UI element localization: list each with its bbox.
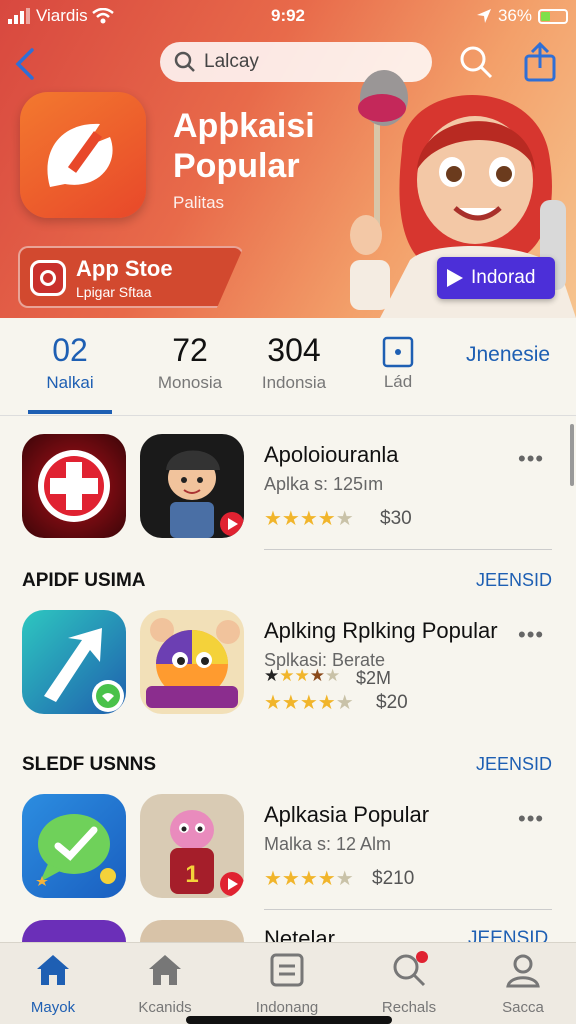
arrow-app-icon[interactable]: [22, 610, 126, 714]
tab-label: Kcanids: [138, 999, 192, 1016]
rating-stars-icon: ★★★★★: [264, 868, 354, 890]
chat-app-icon[interactable]: [22, 794, 126, 898]
mascot-app-icon[interactable]: 1: [140, 794, 244, 898]
section-see-all[interactable]: JEENSID: [476, 754, 552, 775]
search-icon: [174, 51, 195, 72]
hero-banner: Viardis 9:92 36% Lalcay Apþkaisi Popular…: [0, 0, 576, 318]
camera-icon: [30, 260, 66, 296]
tab-label: Mayok: [30, 999, 76, 1016]
hero-title: Apþkaisi Popular: [173, 107, 315, 185]
stat-label: Indonsia: [261, 373, 327, 392]
mascot-character-icon: 1: [170, 810, 244, 896]
app-store-badge[interactable]: App Stoe Lpigar Sftaa: [18, 246, 244, 308]
divider: [264, 909, 552, 910]
stat-tab-3[interactable]: 304 Indonsia: [252, 332, 336, 393]
rating-stars-icon: ★★★★★: [264, 508, 354, 530]
scrollbar[interactable]: [570, 424, 574, 486]
house-icon: [149, 955, 181, 985]
install-button[interactable]: Indorad: [437, 257, 555, 299]
battery-icon: [538, 8, 568, 24]
square-dot-icon: [382, 336, 414, 368]
cartoon-boy-app-icon[interactable]: [140, 434, 244, 538]
game-character-icon: [146, 618, 240, 708]
battery-percent: 36%: [497, 6, 532, 25]
tab-rechals[interactable]: Rechals: [354, 951, 464, 1016]
store-title: App Stoe: [76, 256, 173, 281]
app-subtitle: Aplka s: 125ım: [264, 474, 384, 494]
divider: [264, 549, 552, 550]
tab-mayok[interactable]: Mayok: [0, 951, 108, 1016]
list-item[interactable]: 1 Aplkasia Popular Malka s: 12 Alm ★★★★★…: [0, 778, 576, 910]
location-icon: [476, 9, 491, 23]
small-rating-stars-icon: ★★★★★: [264, 666, 341, 685]
house-icon: [37, 955, 69, 985]
app-price: $210: [372, 868, 415, 889]
list-item[interactable]: Aplking Rplking Popular Splkasi: Berate …: [0, 594, 576, 724]
tab-label: Indonang: [255, 999, 319, 1016]
status-right: 36%: [476, 6, 568, 26]
plus-icon: [38, 450, 110, 522]
stat-number: 304: [267, 332, 321, 368]
section-title: SLEDF USNNS: [22, 754, 157, 775]
more-options-icon[interactable]: •••: [518, 622, 544, 648]
search-icon: [393, 951, 428, 987]
chat-bubble-icon: [36, 814, 116, 886]
boy-character-icon: [166, 450, 244, 538]
app-price: $20: [376, 692, 408, 713]
home-indicator[interactable]: [186, 1016, 392, 1024]
tab-kcanids[interactable]: Kcanids: [110, 951, 220, 1016]
list-item[interactable]: Apoloiouranla Aplka s: 125ım ★★★★★ $30 •…: [0, 418, 576, 550]
svg-text:1: 1: [185, 861, 198, 888]
section-see-all[interactable]: JEENSID: [476, 570, 552, 591]
arrow-icon: [44, 628, 124, 712]
tab-label: Rechals: [381, 999, 437, 1016]
tab-sacca[interactable]: Sacca: [468, 951, 576, 1016]
back-icon[interactable]: [10, 44, 40, 84]
tab-label: Sacca: [502, 999, 544, 1016]
stat-label: Monosia: [157, 373, 223, 392]
active-tab-indicator: [28, 410, 112, 414]
notification-dot-icon: [416, 951, 428, 963]
person-icon: [506, 954, 540, 988]
row-action[interactable]: JEENSID: [468, 928, 548, 942]
stat-tab-1[interactable]: 02 Nalkai: [28, 332, 112, 393]
stats-bar: 02 Nalkai 72 Monosia 304 Indonsia Lád: [0, 318, 576, 416]
app-title: Apoloiouranla: [264, 442, 399, 467]
play-icon: [447, 269, 463, 287]
tab-bar: Mayok Kcanids Indonang Rechals Sacca: [0, 942, 576, 1024]
rating-stars-icon: ★★★★★: [264, 692, 354, 714]
app-price: $30: [380, 508, 412, 529]
tab-indonang[interactable]: Indonang: [232, 951, 342, 1016]
more-options-icon[interactable]: •••: [518, 446, 544, 472]
install-label: Indorad: [471, 267, 536, 288]
search-query: Lalcay: [204, 51, 259, 72]
app-logo-icon: [47, 123, 113, 187]
portrait-app-icon[interactable]: [140, 920, 244, 942]
more-options-icon[interactable]: •••: [518, 806, 544, 832]
colorful-game-app-icon[interactable]: [140, 610, 244, 714]
app-sub-price: $2M: [356, 668, 392, 688]
stat-label: Lád: [383, 372, 413, 391]
list-item[interactable]: Netelar JEENSID: [0, 918, 576, 942]
store-subtitle: Lpigar Sftaa: [76, 284, 152, 300]
list-icon: [270, 953, 304, 987]
stat-number: 02: [52, 332, 88, 368]
stat-label: Nalkai: [46, 373, 94, 392]
stat-tab-2[interactable]: 72 Monosia: [148, 332, 232, 393]
app-title: Aplkasia Popular: [264, 802, 430, 827]
hero-subtitle: Palitas: [173, 193, 225, 212]
app-title: Netelar: [264, 926, 335, 942]
purple-app-icon[interactable]: [22, 920, 126, 942]
red-cross-app-icon[interactable]: [22, 434, 126, 538]
app-subtitle: Malka s: 12 Alm: [264, 834, 392, 854]
stats-link[interactable]: Jnenesie: [466, 343, 550, 367]
stat-tab-4[interactable]: Lád: [356, 332, 440, 392]
section-title: APIDF USIMA: [22, 570, 146, 591]
status-bar: Viardis 9:92 36%: [0, 0, 576, 34]
featured-app-icon[interactable]: [20, 92, 146, 218]
app-title: Aplking Rplking Popular: [264, 618, 498, 643]
stat-number: 72: [172, 332, 208, 368]
